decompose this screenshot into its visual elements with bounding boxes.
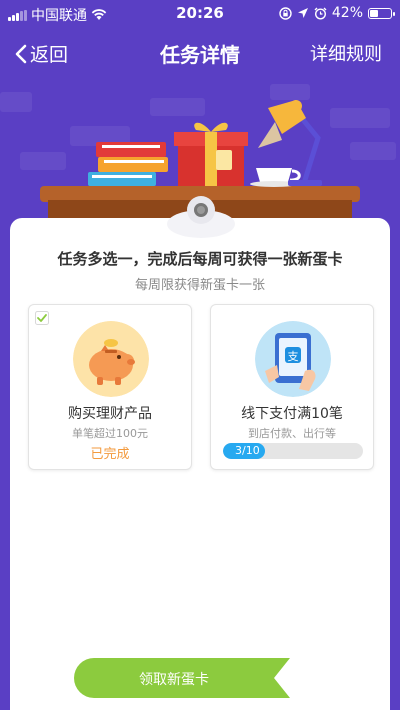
claim-card-button[interactable]: 领取新蛋卡 xyxy=(74,658,290,698)
task-option-offline-pay[interactable]: 支 线下支付满10笔 到店付款、出行等 3/10 xyxy=(210,304,374,470)
task-card: 任务多选一，完成后每周可获得一张新蛋卡 每周限获得新蛋卡一张 购买理财产品 单笔… xyxy=(10,218,390,710)
piggy-bank-icon xyxy=(73,321,149,397)
task-desc: 到店付款、出行等 xyxy=(248,427,336,440)
task-option-finance[interactable]: 购买理财产品 单笔超过100元 已完成 xyxy=(28,304,192,470)
status-right: 42% xyxy=(279,5,395,21)
status-bar: 中国联通 20:26 42% xyxy=(0,0,400,28)
back-label: 返回 xyxy=(30,44,69,66)
task-name: 线下支付满10笔 xyxy=(241,406,343,422)
battery-percent: 42% xyxy=(331,5,363,21)
claim-card-label: 领取新蛋卡 xyxy=(139,672,209,688)
back-button[interactable]: 返回 xyxy=(14,40,68,67)
alarm-icon xyxy=(314,7,327,20)
alipay-tablet-icon: 支 xyxy=(255,321,331,397)
rules-link[interactable]: 详细规则 xyxy=(310,40,382,66)
task-name: 购买理财产品 xyxy=(68,406,152,422)
nav-bar: 返回 任务详情 详细规则 xyxy=(0,28,400,78)
rotation-lock-icon xyxy=(279,6,292,20)
button-notch xyxy=(274,658,290,698)
battery-fill xyxy=(370,9,378,17)
task-progress-bar: 3/10 xyxy=(223,443,363,459)
battery-icon xyxy=(368,7,395,19)
svg-text:支: 支 xyxy=(288,350,299,363)
task-progress-text: 3/10 xyxy=(235,444,260,457)
check-icon xyxy=(35,311,49,325)
task-status: 已完成 xyxy=(90,447,130,462)
task-desc: 单笔超过100元 xyxy=(72,427,148,440)
card-subtitle: 每周限获得新蛋卡一张 xyxy=(134,278,265,293)
chevron-left-icon xyxy=(15,44,27,63)
binder-clip-icon xyxy=(167,196,235,238)
card-title: 任务多选一，完成后每周可获得一张新蛋卡 xyxy=(57,250,343,268)
location-icon xyxy=(297,8,308,18)
